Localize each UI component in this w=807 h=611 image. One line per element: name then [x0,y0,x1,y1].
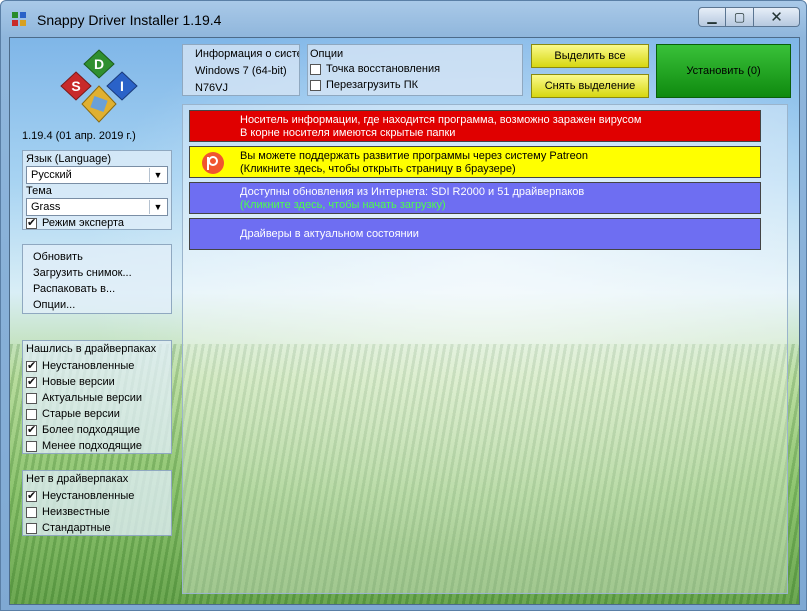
checkbox-box[interactable] [26,359,37,372]
checkbox-box[interactable] [26,522,37,534]
language-select[interactable]: Русский ▼ [26,166,168,184]
message-line: Вы можете поддержать развитие программы … [240,150,588,162]
message-line: Носитель информации, где находится прогр… [240,114,642,126]
filter-better-match[interactable]: Более подходящие [26,423,140,436]
not-in-packs-title: Нет в драйверпаках [26,473,129,485]
filter-unknown[interactable]: Неизвестные [26,506,110,518]
filter-worse-match[interactable]: Менее подходящие [26,440,142,452]
minimize-button[interactable]: ▁ [698,7,726,27]
download-link[interactable]: (Кликните здесь, чтобы начать загрузку) [240,199,446,211]
filter-label: Неустановленные [42,360,135,372]
window-title: Snappy Driver Installer 1.19.4 [37,12,222,28]
filter-label: Стандартные [42,522,111,534]
checkbox-box[interactable] [26,506,37,518]
patreon-icon [202,152,224,174]
svg-text:S: S [71,78,80,94]
app-icon [12,12,26,26]
chevron-down-icon[interactable]: ▼ [149,200,166,214]
found-in-packs-panel: Нашлись в драйверпаках Неустановленные Н… [22,340,172,454]
option-label: Точка восстановления [326,63,441,75]
filter-standard[interactable]: Стандартные [26,522,111,534]
filter-current-versions[interactable]: Актуальные версии [26,392,142,404]
drivers-up-to-date-message[interactable]: Драйверы в актуальном состоянии [189,218,761,250]
sysinfo-heading: Информация о систе [195,48,300,60]
updates-available-message[interactable]: Доступны обновления из Интернета: SDI R2… [189,182,761,214]
chevron-down-icon[interactable]: ▼ [149,168,166,182]
restore-point-checkbox[interactable]: Точка восстановления [310,63,440,75]
title-bar[interactable]: Snappy Driver Installer 1.19.4 ▁ ▢ ✕ [1,1,806,37]
theme-label: Тема [26,185,52,197]
checkbox-box[interactable] [26,375,37,388]
language-value: Русский [31,169,72,181]
expert-mode-label: Режим эксперта [42,217,125,229]
options-title: Опции [310,48,344,60]
menu-refresh[interactable]: Обновить [33,251,83,263]
message-line: (Кликните здесь, чтобы открыть страницу … [240,163,516,175]
checkbox-box[interactable] [310,79,321,91]
reboot-checkbox[interactable]: Перезагрузить ПК [310,79,418,91]
checkbox-box[interactable] [26,408,37,420]
expert-mode-checkbox[interactable]: Режим эксперта [26,216,125,229]
filter-not-installed[interactable]: Неустановленные [26,359,135,372]
caption-buttons: ▁ ▢ ✕ [698,7,800,29]
sysinfo-model: N76VJ [195,82,229,94]
select-all-button[interactable]: Выделить все [531,44,649,68]
patreon-message[interactable]: Вы можете поддержать развитие программы … [189,146,761,178]
actions-menu: Обновить Загрузить снимок... Распаковать… [22,244,172,314]
checkbox-box[interactable] [26,489,37,502]
filter-label: Более подходящие [42,424,140,436]
options-panel: Опции Точка восстановления Перезагрузить… [307,44,523,96]
filter-label: Неустановленные [42,490,135,502]
svg-text:I: I [120,78,124,94]
theme-select[interactable]: Grass ▼ [26,198,168,216]
theme-value: Grass [31,201,61,213]
checkbox-box[interactable] [26,440,37,452]
close-button[interactable]: ✕ [754,7,800,27]
filter-label: Менее подходящие [42,440,142,452]
not-in-packs-panel: Нет в драйверпаках Неустановленные Неизв… [22,470,172,536]
app-version: 1.19.4 (01 апр. 2019 г.) [22,130,136,142]
menu-load-snapshot[interactable]: Загрузить снимок... [33,267,132,279]
message-line: Драйверы в актуальном состоянии [240,228,419,240]
svg-text:D: D [94,56,104,72]
filter-label: Новые версии [42,376,115,388]
sdi-logo: D S I [60,49,138,123]
virus-warning-message[interactable]: Носитель информации, где находится прогр… [189,110,761,142]
filter-new-versions[interactable]: Новые версии [26,375,115,388]
found-in-packs-title: Нашлись в драйверпаках [26,343,157,355]
minimize-icon: ▁ [707,10,717,24]
filter-label: Неизвестные [42,506,110,518]
checkbox-box[interactable] [310,63,321,75]
close-icon: ✕ [770,9,783,26]
maximize-button[interactable]: ▢ [726,7,754,27]
menu-options[interactable]: Опции... [33,299,75,311]
checkbox-box[interactable] [26,392,37,404]
filter-label: Старые версии [42,408,120,420]
language-label: Язык (Language) [26,153,112,165]
driver-list-area: Носитель информации, где находится прогр… [182,104,788,594]
menu-extract-to[interactable]: Распаковать в... [33,283,115,295]
filter-old-versions[interactable]: Старые версии [26,408,120,420]
client-area: D S I 1.19.4 (01 апр. 2019 г.) Язык (Lan… [9,37,800,605]
system-info-panel[interactable]: Информация о систе Windows 7 (64-bit) N7… [182,44,300,96]
app-window: Snappy Driver Installer 1.19.4 ▁ ▢ ✕ D S… [0,0,807,611]
checkbox-box[interactable] [26,216,37,229]
message-line: В корне носителя имеются скрытые папки [240,127,456,139]
option-label: Перезагрузить ПК [326,79,419,91]
sysinfo-os: Windows 7 (64-bit) [195,65,287,77]
settings-panel: Язык (Language) Русский ▼ Тема Grass ▼ Р… [22,150,172,230]
filter-not-installed-unknown[interactable]: Неустановленные [26,489,135,502]
checkbox-box[interactable] [26,423,37,436]
filter-label: Актуальные версии [42,392,142,404]
maximize-icon: ▢ [733,10,746,24]
message-line: Доступны обновления из Интернета: SDI R2… [240,186,585,198]
deselect-button[interactable]: Снять выделение [531,74,649,98]
install-button[interactable]: Установить (0) [656,44,791,98]
